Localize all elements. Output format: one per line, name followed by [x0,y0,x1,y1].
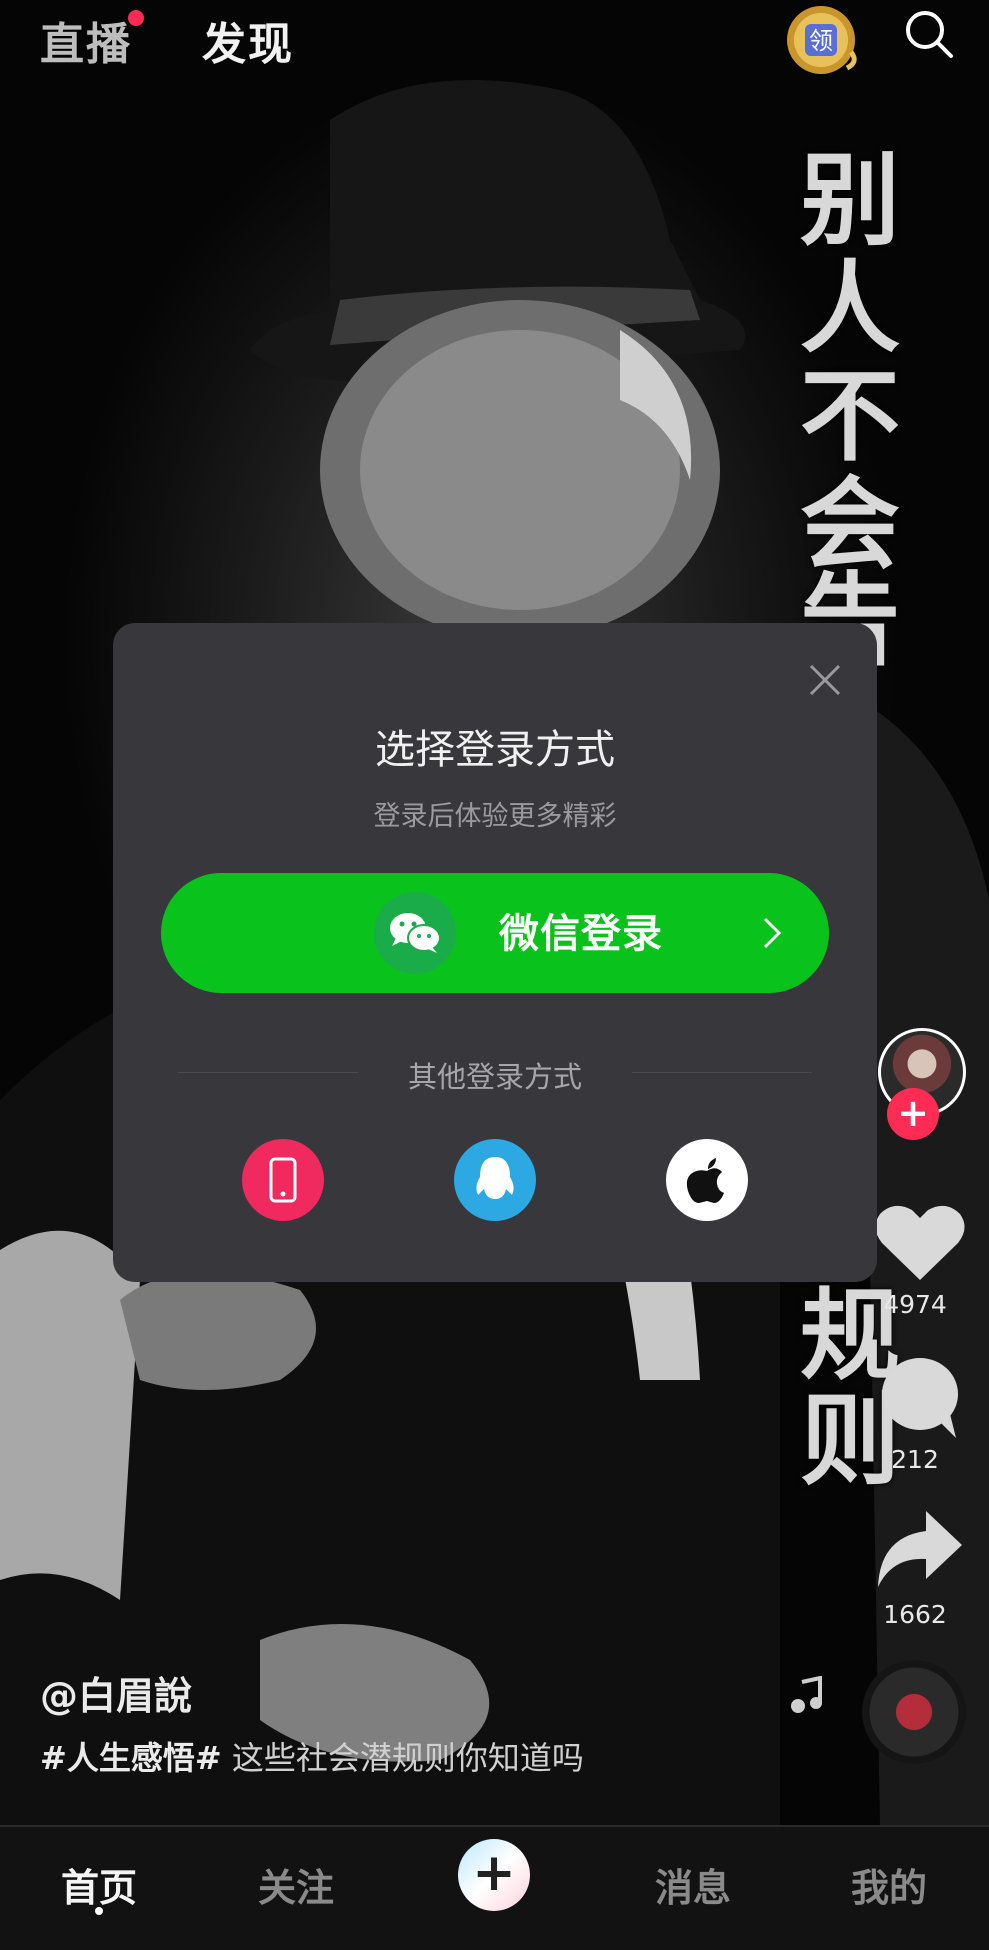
qq-icon [476,1157,514,1199]
live-notification-dot [128,10,144,26]
apple-login-button[interactable] [666,1139,748,1221]
overlay-char-4: 会 [800,465,900,583]
nav-messages[interactable]: 消息 [623,1857,763,1912]
other-login-label: 其他登录方式 [407,1060,582,1094]
heart-icon[interactable] [870,1198,970,1288]
apple-icon [686,1158,724,1203]
wechat-login-button[interactable]: 微信登录 [161,873,829,993]
modal-title: 选择登录方式 [375,727,615,773]
comments-count: 212 [891,1445,939,1474]
qq-login-button[interactable] [454,1139,536,1221]
phone-icon [269,1157,297,1203]
wechat-icon [374,892,456,974]
overlay-char-1: 别 [800,141,900,259]
author-name[interactable]: @白眉說 [40,1665,192,1720]
bottom-navigation: 首页 关注 + 消息 我的 [0,1825,989,1950]
create-button[interactable]: + [458,1839,530,1911]
follow-button[interactable]: + [887,1088,939,1140]
phone-login-button[interactable] [242,1139,324,1221]
divider-right [632,1072,812,1073]
close-icon[interactable] [803,658,847,702]
tab-discover[interactable]: 发现 [202,8,294,72]
share-icon[interactable] [870,1505,970,1595]
coin-icon[interactable]: 领 [785,2,861,78]
modal-subtitle: 登录后体验更多精彩 [373,801,617,832]
tab-live[interactable]: 直播 [40,8,132,72]
nav-home-indicator [95,1907,103,1915]
music-note-icon [788,1675,828,1716]
overlay-char-3: 不 [800,357,900,475]
likes-count: 4974 [883,1290,947,1319]
nav-me[interactable]: 我的 [819,1857,959,1912]
coin-glyph: 领 [809,27,833,55]
nav-follow[interactable]: 关注 [226,1857,366,1912]
music-disc[interactable] [862,1660,966,1764]
chevron-right-icon [761,915,785,951]
login-modal: 选择登录方式 登录后体验更多精彩 微信登录 其他登录方式 [113,623,877,1282]
nav-home[interactable]: 首页 [29,1857,169,1912]
overlay-char-2: 人 [800,249,900,367]
video-caption: #人生感悟# 这些社会潜规则你知道吗 [40,1733,584,1779]
search-icon[interactable] [903,8,955,60]
caption-hashtag[interactable]: #人生感悟# [40,1739,222,1777]
comment-icon[interactable] [870,1352,970,1442]
caption-text: 这些社会潜规则你知道吗 [221,1739,584,1777]
wechat-login-label: 微信登录 [499,911,663,957]
shares-count: 1662 [883,1600,947,1629]
